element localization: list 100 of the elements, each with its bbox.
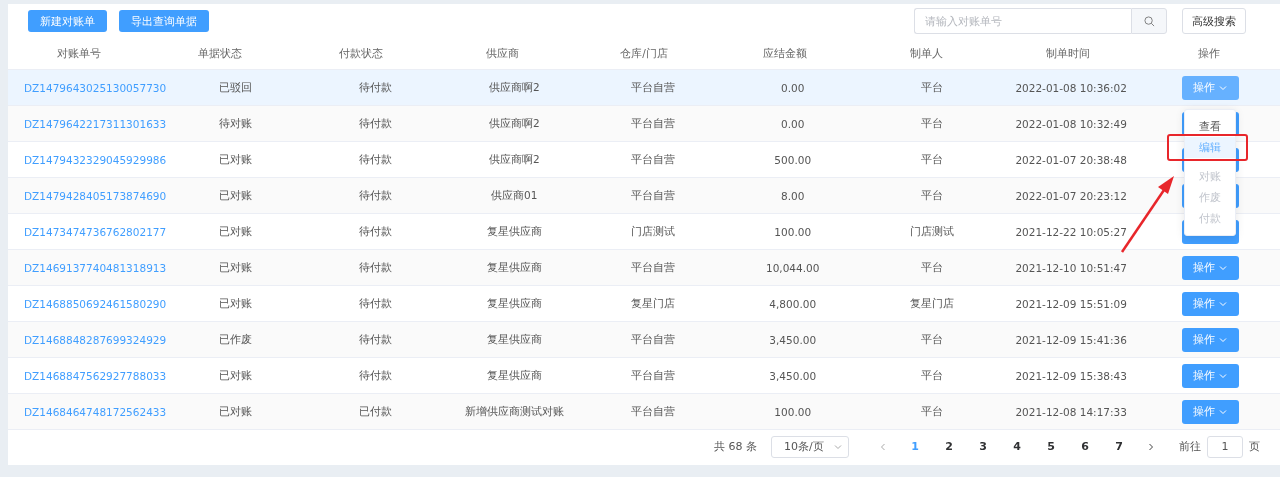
caret-icon [1219, 263, 1228, 272]
page-number[interactable]: 4 [1003, 435, 1031, 458]
caret-icon [1219, 335, 1228, 344]
table-cell-text: 复星门店 [630, 296, 677, 311]
table-cell-text: 平台 [919, 188, 944, 203]
table-cell-text: 待付款 [357, 332, 393, 347]
table-cell-text: 复星供应商 [485, 260, 543, 275]
toolbar-button[interactable]: 新建对账单 [28, 10, 107, 32]
bill-number-link[interactable]: DZ1479643025130057730 [8, 81, 167, 94]
action-button[interactable]: 操作 [1181, 255, 1239, 280]
table-cell-text: 待付款 [357, 260, 393, 275]
goto-label: 前往 [1179, 439, 1201, 454]
bill-number-link[interactable]: DZ1468848287699324929 [8, 333, 167, 346]
table-cell-text: 供应商啊2 [487, 152, 541, 167]
table-cell-text: 2022-01-07 20:23:12 [1014, 189, 1128, 202]
table-cell-text: 平台 [919, 80, 944, 95]
page-number[interactable]: 2 [935, 435, 963, 458]
chevron-left-icon [879, 442, 887, 451]
table-cell-text: 已对账 [218, 152, 254, 167]
table-cell-text: 平台自营 [630, 152, 677, 167]
page-number[interactable]: 3 [969, 435, 997, 458]
table-cell-text: 复星供应商 [485, 296, 543, 311]
table-cell-text: 100.00 [773, 405, 813, 418]
table-cell-text: 平台自营 [630, 188, 677, 203]
table-cell-text: 新增供应商测试对账 [463, 404, 565, 419]
table-cell-text: 平台自营 [630, 80, 677, 95]
action-button[interactable]: 操作 [1181, 327, 1239, 352]
page-number[interactable]: 5 [1037, 435, 1065, 458]
table-cell-text: 平台 [919, 116, 944, 131]
table-cell-text: 复星门店 [908, 296, 955, 311]
table-cell-text: 已对账 [218, 260, 254, 275]
table-cell-text: 100.00 [773, 225, 813, 238]
table-cell-text: 已驳回 [218, 80, 254, 95]
table-cell-text: 复星供应商 [485, 368, 543, 383]
table-cell-text: 供应商啊2 [487, 116, 541, 131]
table-cell-text: 待付款 [357, 152, 393, 167]
table-cell-text: 0.00 [780, 117, 806, 130]
table-cell-text: 2021-12-09 15:41:36 [1014, 333, 1128, 346]
bill-number-link[interactable]: DZ1473474736762802177 [8, 225, 167, 238]
table-cell-text: 2021-12-22 10:05:27 [1014, 225, 1128, 238]
table-row[interactable]: DZ1468464748172562433 已对账 已付款 新增供应商测试对账 平台自营 100.00 平台 2021-12-08 14:17:33 操作 [8, 394, 1280, 430]
table-cell-text: 平台 [919, 332, 944, 347]
table-cell-text: 2022-01-08 10:32:49 [1014, 117, 1128, 130]
table-cell-text: 已对账 [218, 296, 254, 311]
caret-icon [1219, 407, 1228, 416]
table-cell-text: 供应商01 [490, 188, 539, 203]
table-cell-text: 门店测试 [630, 224, 677, 239]
goto-page-field[interactable]: 1 [1207, 435, 1243, 458]
table-cell-text: 复星供应商 [485, 332, 543, 347]
table-cell-text: 待对账 [218, 116, 254, 131]
table-cell-text: 已对账 [218, 368, 254, 383]
action-button[interactable]: 操作 [1181, 291, 1239, 316]
bill-number-link[interactable]: DZ1469137740481318913 [8, 261, 167, 274]
table-cell-text: 平台 [919, 404, 944, 419]
table-cell-text: 门店测试 [908, 224, 955, 239]
page-suffix: 页 [1249, 439, 1260, 454]
toolbar-button[interactable]: 导出查询单据 [119, 10, 209, 32]
column-header: 制单时间 [1045, 46, 1091, 61]
search-field[interactable]: 请输入对账单号 [914, 8, 1131, 34]
menu-item[interactable]: 查看 [1185, 115, 1236, 137]
search-button[interactable] [1131, 8, 1167, 34]
bill-number-link[interactable]: DZ1479428405173874690 [8, 189, 167, 202]
table-cell-text: 平台自营 [630, 404, 677, 419]
bill-number-link[interactable]: DZ1468847562927788033 [8, 369, 167, 382]
column-header: 应结金额 [762, 46, 809, 61]
column-header: 单据状态 [197, 46, 243, 61]
table-cell-text: 2021-12-09 15:38:43 [1014, 369, 1128, 382]
page-number[interactable]: 7 [1105, 435, 1133, 458]
table-cell-text: 平台 [919, 152, 944, 167]
page-number[interactable]: 1 [901, 435, 929, 458]
action-button[interactable]: 操作 [1181, 75, 1239, 100]
column-header: 操作 [1197, 46, 1222, 61]
advanced-search-button[interactable]: 高级搜索 [1182, 8, 1246, 34]
table-cell-text: 500.00 [773, 153, 813, 166]
action-button[interactable]: 操作 [1181, 363, 1239, 388]
table-cell-text: 平台 [919, 260, 944, 275]
bill-number-link[interactable]: DZ1479432329045929986 [8, 153, 167, 166]
table-cell-text: 待付款 [357, 224, 393, 239]
table-cell-text: 待付款 [357, 116, 393, 131]
table-cell-text: 待付款 [357, 188, 393, 203]
bill-number-link[interactable]: DZ1468850692461580290 [8, 297, 167, 310]
table-cell-text: 待付款 [357, 296, 393, 311]
table-row[interactable]: DZ1468848287699324929 已作废 待付款 复星供应商 平台自营 3,450.00 平台 2021-12-09 15:41:36 操作 [8, 322, 1280, 358]
menu-item[interactable]: 编辑 [1185, 136, 1236, 158]
table-cell-text: 2021-12-10 10:51:47 [1014, 261, 1128, 274]
page-size-select[interactable]: 10条/页 [771, 435, 849, 458]
page-number[interactable]: 6 [1071, 435, 1099, 458]
chevron-right-icon [1147, 442, 1155, 451]
column-header: 对账单号 [55, 46, 102, 61]
table-cell-text: 平台自营 [630, 260, 677, 275]
bill-number-link[interactable]: DZ1468464748172562433 [8, 405, 167, 418]
table-cell-text: 待付款 [357, 368, 393, 383]
table-row[interactable]: DZ1469137740481318913 已对账 待付款 复星供应商 平台自营 10,044.00 平台 2021-12-10 10:51:47 操作 [8, 250, 1280, 286]
bill-number-link[interactable]: DZ1479642217311301633 [8, 117, 167, 130]
table-cell-text: 平台自营 [630, 116, 677, 131]
table-cell-text: 已付款 [357, 404, 393, 419]
table-cell-text: 供应商啊2 [487, 80, 541, 95]
action-button[interactable]: 操作 [1181, 399, 1239, 424]
total-count: 共 68 条 [714, 439, 757, 454]
table-cell-text: 待付款 [357, 80, 393, 95]
